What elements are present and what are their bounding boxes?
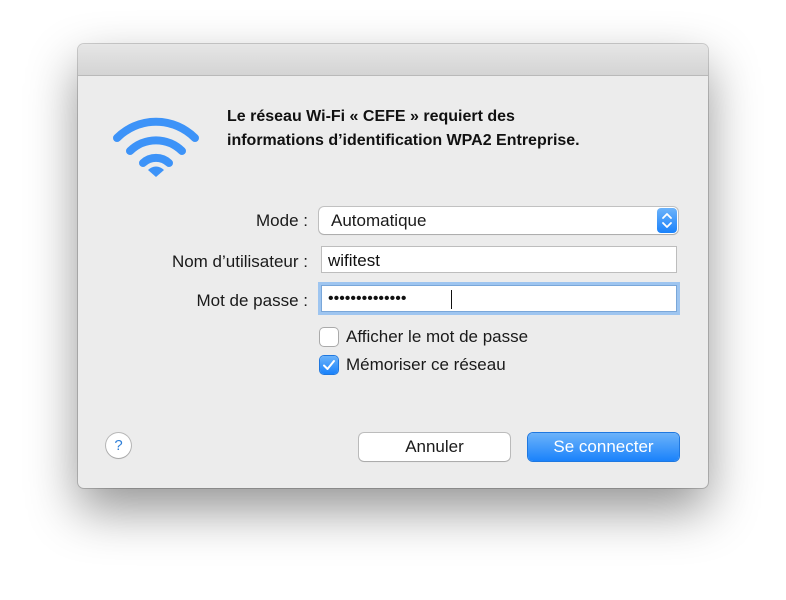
connect-button[interactable]: Se connecter (528, 433, 679, 461)
show-password-label[interactable]: Afficher le mot de passe (346, 327, 528, 347)
remember-network-label[interactable]: Mémoriser ce réseau (346, 355, 506, 375)
mode-popup-value: Automatique (331, 211, 427, 230)
username-value: wifitest (328, 251, 380, 270)
text-caret (451, 290, 452, 309)
dialog-message-line1: Le réseau Wi-Fi « CEFE » requiert des (227, 108, 515, 125)
dialog-message: Le réseau Wi-Fi « CEFE » requiert des in… (227, 105, 697, 153)
help-icon: ? (114, 437, 123, 454)
help-button[interactable]: ? (106, 433, 131, 458)
mode-label: Mode : (256, 211, 308, 230)
show-password-checkbox[interactable] (320, 328, 338, 346)
checkmark-icon (323, 360, 335, 370)
remember-network-checkbox[interactable] (320, 356, 338, 374)
password-masked-value: •••••••••••••• (328, 290, 407, 307)
wifi-icon (113, 117, 199, 177)
password-label: Mot de passe : (196, 291, 308, 310)
title-bar[interactable] (78, 44, 708, 76)
dialog-message-line2: informations d’identification WPA2 Entre… (227, 132, 580, 149)
up-down-chevron-icon (657, 208, 677, 233)
username-label: Nom d’utilisateur : (171, 252, 308, 271)
password-field[interactable]: •••••••••••••• (321, 285, 677, 312)
username-field[interactable]: wifitest (321, 246, 677, 273)
cancel-button[interactable]: Annuler (359, 433, 510, 461)
mode-popup[interactable]: Automatique (319, 207, 678, 234)
wifi-auth-dialog: Le réseau Wi-Fi « CEFE » requiert des in… (78, 44, 708, 488)
